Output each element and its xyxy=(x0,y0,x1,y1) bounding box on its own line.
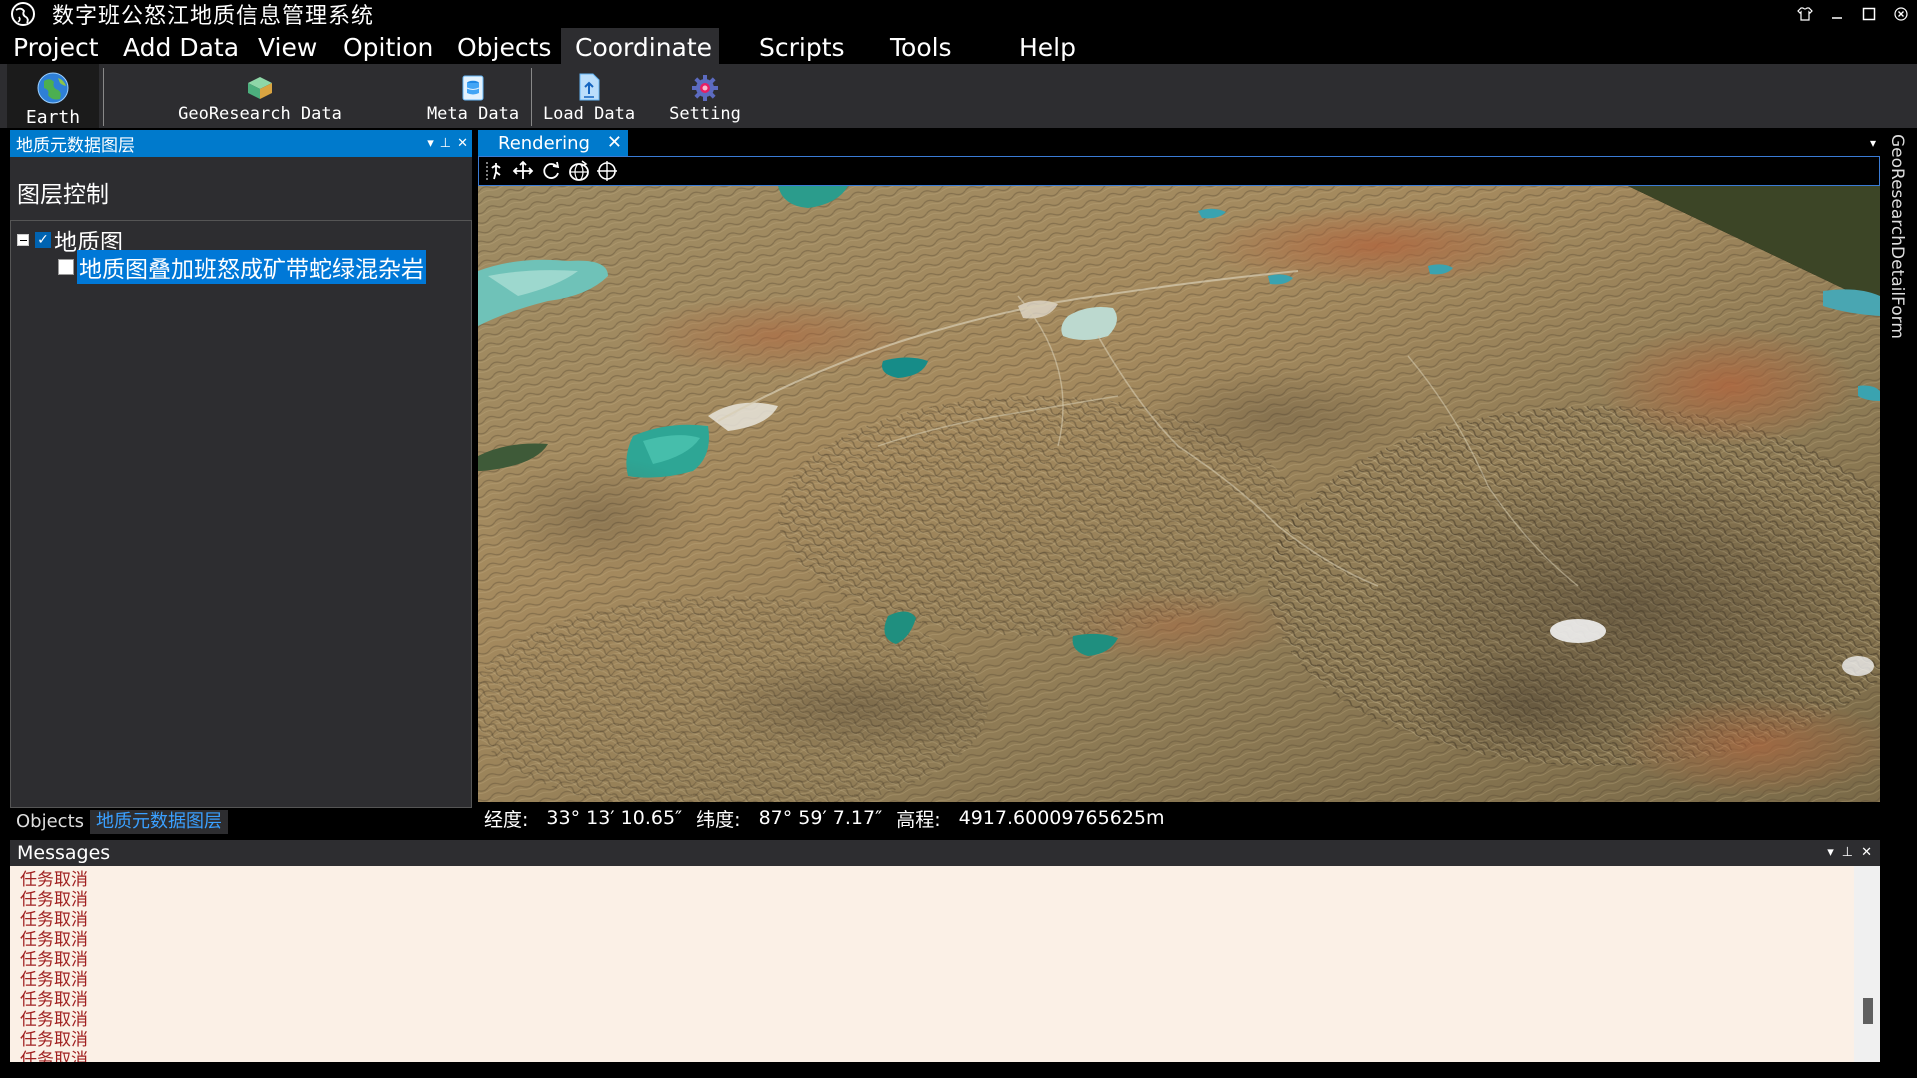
tab-rendering[interactable]: Rendering ✕ xyxy=(478,130,628,156)
message-line: 任务取消 xyxy=(20,1030,88,1050)
messages-title: Messages xyxy=(17,842,111,864)
terrain-3d-view[interactable] xyxy=(478,186,1880,802)
layer-panel-header: 地质元数据图层 ▾ ⊥ ✕ xyxy=(10,130,472,157)
message-line: 任务取消 xyxy=(20,910,88,930)
message-line: 任务取消 xyxy=(20,930,88,950)
panel-close-icon[interactable]: ✕ xyxy=(457,136,468,151)
pin-icon[interactable]: ⊥ xyxy=(440,136,451,151)
georesearch-detail-tab[interactable]: GeoResearchDetailForm xyxy=(1887,134,1907,339)
latitude-label: 纬度: xyxy=(696,808,741,831)
maximize-icon[interactable] xyxy=(1853,0,1885,28)
message-line: 任务取消 xyxy=(20,1010,88,1030)
layer-panel-title: 地质元数据图层 xyxy=(16,136,135,156)
earth-icon xyxy=(37,72,69,104)
tree-node-ophiolite-overlay[interactable]: 地质图叠加班怒成矿带蛇绿混杂岩 xyxy=(58,250,426,284)
tab-list-dropdown-icon[interactable]: ▾ xyxy=(1870,136,1876,150)
latitude-value: 87° 59′ 7.17″ xyxy=(758,807,883,829)
shirt-icon[interactable] xyxy=(1789,0,1821,28)
meta-data-label: Meta Data xyxy=(426,104,520,124)
messages-header: Messages ▾ ⊥ ✕ xyxy=(10,840,1880,866)
title-bar: 数字班公怒江地质信息管理系统 xyxy=(0,0,1917,29)
longitude-label: 经度: xyxy=(484,808,529,831)
right-side-rail: GeoResearchDetailForm xyxy=(1884,130,1910,830)
menu-help[interactable]: Help xyxy=(1019,28,1076,64)
menu-objects[interactable]: Objects xyxy=(457,28,551,64)
status-bar: 经度: 33° 13′ 10.65″ 纬度: 87° 59′ 7.17″ 高程:… xyxy=(478,802,1880,834)
message-line: 任务取消 xyxy=(20,990,88,1010)
meta-data-button[interactable]: Meta Data xyxy=(424,64,522,128)
tab-close-icon[interactable]: ✕ xyxy=(607,132,622,153)
message-line: 任务取消 xyxy=(20,1050,88,1062)
message-line: 任务取消 xyxy=(20,970,88,990)
message-line: 任务取消 xyxy=(20,870,88,890)
elevation-value: 4917.60009765625m xyxy=(958,807,1165,829)
globe-rotate-icon[interactable] xyxy=(567,159,591,183)
menu-project[interactable]: Project xyxy=(13,28,99,64)
tab-geology-metadata-layers[interactable]: 地质元数据图层 xyxy=(90,810,229,834)
toolbar: Earth GeoResearch Data Meta Data Load Da… xyxy=(0,64,1917,128)
rotate-icon[interactable] xyxy=(539,159,563,183)
terrain-render[interactable] xyxy=(478,186,1880,802)
document-tabstrip: Rendering ✕ ▾ xyxy=(478,130,1880,156)
menu-opition[interactable]: Opition xyxy=(343,28,433,64)
earth-button[interactable]: Earth xyxy=(7,64,99,128)
layer-checkbox-ophiolite-overlay[interactable] xyxy=(58,259,74,275)
move-icon[interactable] xyxy=(511,159,535,183)
layer-control-title: 图层控制 xyxy=(17,182,109,208)
dropdown-icon[interactable]: ▾ xyxy=(427,136,434,151)
pan-icon[interactable] xyxy=(483,159,507,183)
layer-checkbox-geology-map[interactable]: ✓ xyxy=(35,232,51,248)
scrollbar-thumb[interactable] xyxy=(1863,998,1873,1024)
dropdown-icon[interactable]: ▾ xyxy=(1827,840,1834,866)
gear-icon xyxy=(692,75,718,101)
messages-log: 任务取消 任务取消 任务取消 任务取消 任务取消 任务取消 任务取消 任务取消 … xyxy=(10,866,1880,1062)
message-line: 任务取消 xyxy=(20,950,88,970)
navigation-toolbar xyxy=(478,156,1880,186)
load-data-label: Load Data xyxy=(542,104,636,124)
menu-view[interactable]: View xyxy=(258,28,317,64)
longitude-value: 33° 13′ 10.65″ xyxy=(546,807,683,829)
upload-file-icon xyxy=(579,73,600,101)
layer-tree: ✓ 地质图 地质图叠加班怒成矿带蛇绿混杂岩 xyxy=(10,220,472,808)
left-panel-tabs: Objects 地质元数据图层 xyxy=(10,810,229,834)
collapse-icon[interactable] xyxy=(17,234,29,246)
layer-panel-controls: ▾ ⊥ ✕ xyxy=(427,130,468,157)
tab-objects[interactable]: Objects xyxy=(10,810,90,834)
panel-close-icon[interactable]: ✕ xyxy=(1861,840,1872,866)
tab-rendering-label: Rendering xyxy=(498,132,590,154)
messages-controls: ▾ ⊥ ✕ xyxy=(1827,840,1872,866)
toolbar-separator xyxy=(103,68,104,126)
menu-coordinate[interactable]: Coordinate xyxy=(561,28,719,64)
app-title: 数字班公怒江地质信息管理系统 xyxy=(52,4,375,29)
toolbar-separator xyxy=(531,68,532,126)
earth-label: Earth xyxy=(25,107,81,128)
layers-icon xyxy=(248,77,272,99)
menu-scripts[interactable]: Scripts xyxy=(759,28,845,64)
georesearch-data-label: GeoResearch Data xyxy=(178,104,342,124)
pin-icon[interactable]: ⊥ xyxy=(1842,840,1853,866)
message-line: 任务取消 xyxy=(20,890,88,910)
target-icon[interactable] xyxy=(595,159,619,183)
setting-label: Setting xyxy=(669,104,741,124)
messages-list: 任务取消 任务取消 任务取消 任务取消 任务取消 任务取消 任务取消 任务取消 … xyxy=(10,866,1880,1062)
globe-logo-icon xyxy=(11,2,35,26)
database-doc-icon xyxy=(462,75,484,101)
menu-add-data[interactable]: Add Data xyxy=(123,28,239,64)
elevation-label: 高程: xyxy=(896,808,941,831)
tree-node-label: 地质图叠加班怒成矿带蛇绿混杂岩 xyxy=(77,250,426,284)
setting-button[interactable]: Setting xyxy=(664,64,746,128)
georesearch-data-button[interactable]: GeoResearch Data xyxy=(170,64,350,128)
minimize-icon[interactable] xyxy=(1821,0,1853,28)
close-icon[interactable] xyxy=(1885,0,1917,28)
menu-tools[interactable]: Tools xyxy=(890,28,952,64)
messages-scrollbar[interactable] xyxy=(1854,866,1880,1062)
load-data-button[interactable]: Load Data xyxy=(538,64,640,128)
layer-panel: 地质元数据图层 ▾ ⊥ ✕ 图层控制 ✓ 地质图 地质图叠加班怒成矿带蛇绿混杂岩 xyxy=(10,130,472,808)
window-controls xyxy=(1789,0,1917,28)
menu-bar: Project Add Data View Opition Objects Co… xyxy=(0,28,1917,64)
